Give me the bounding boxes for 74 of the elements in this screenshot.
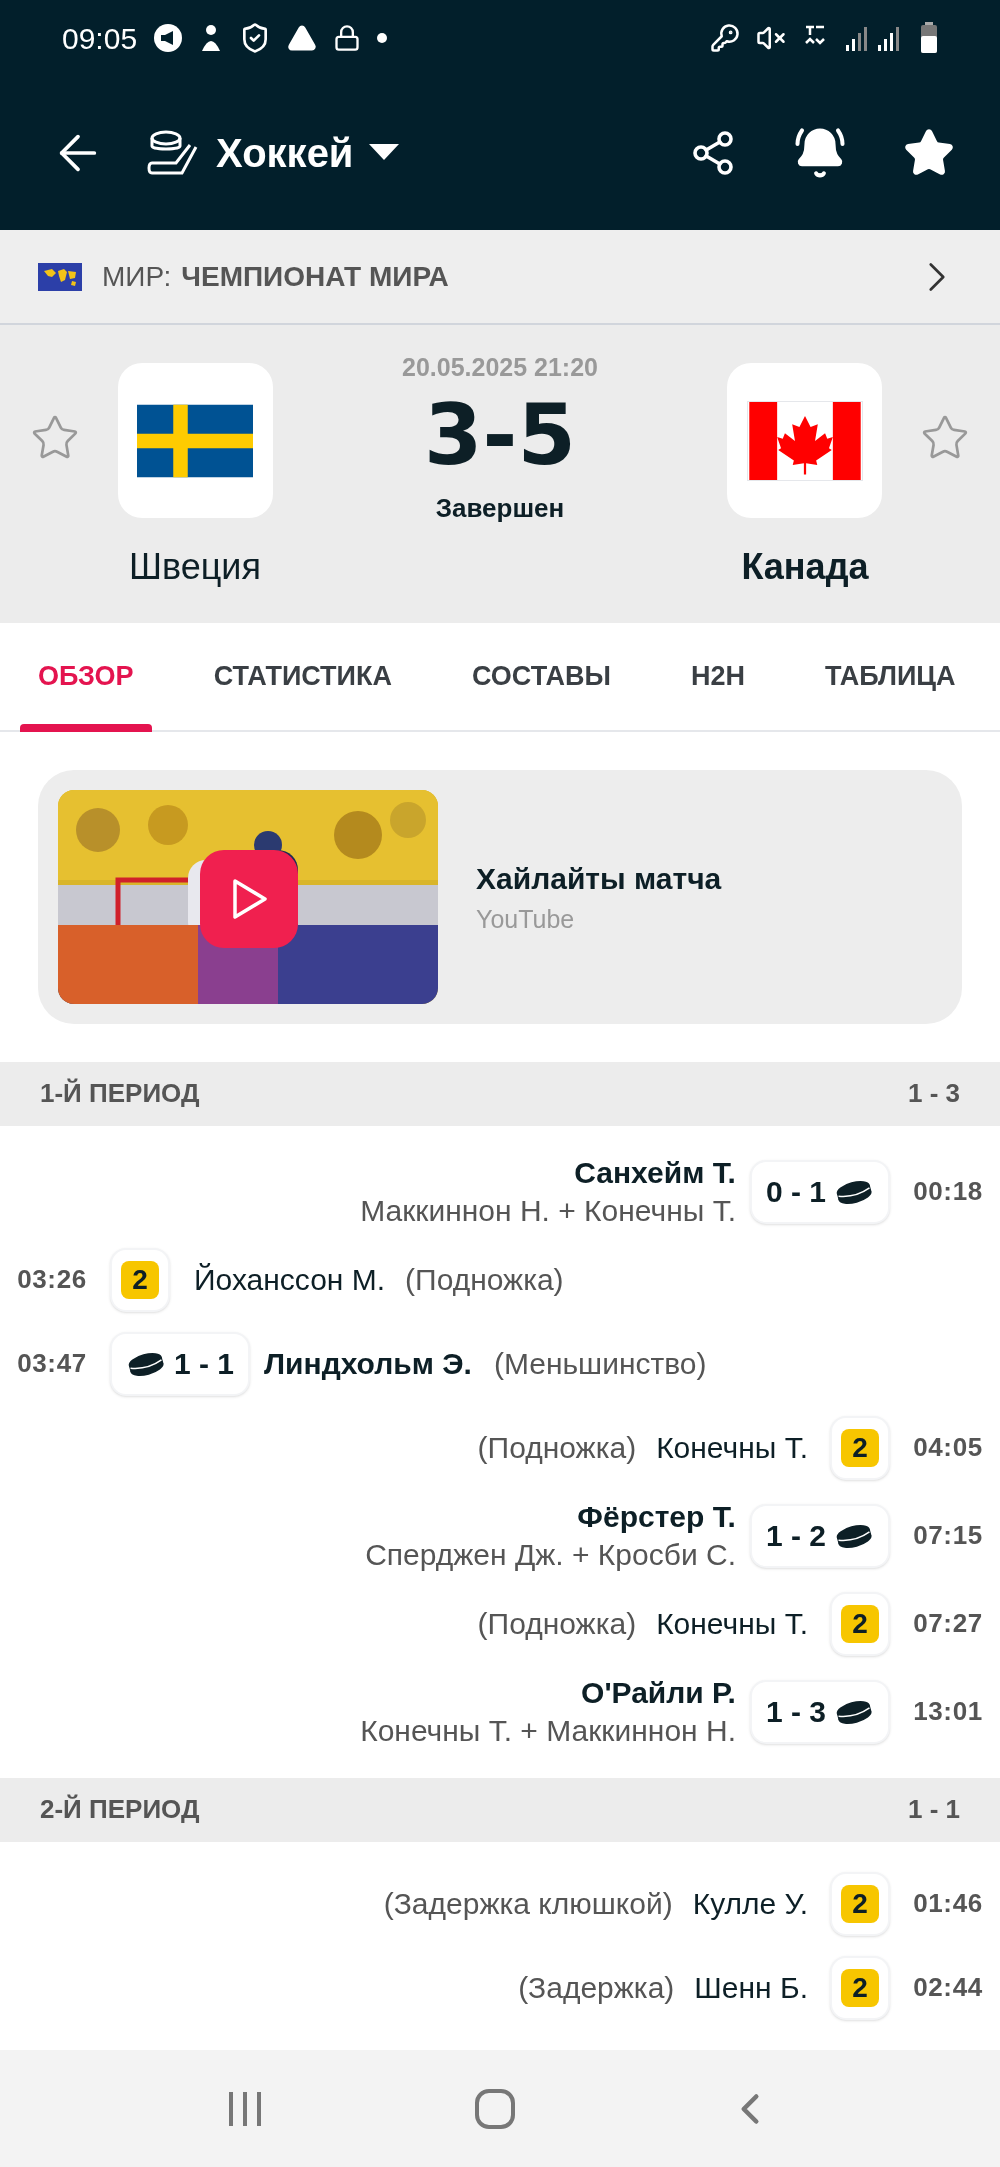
play-button[interactable] xyxy=(200,850,298,948)
hockey-icon xyxy=(146,129,200,177)
sweden-flag-icon xyxy=(137,403,253,478)
tab[interactable]: СТАТИСТИКА xyxy=(195,622,410,730)
player-name: Конечны Т. xyxy=(656,1430,808,1467)
penalty-reason: (Задержка) xyxy=(518,1970,675,2007)
canada-flag-icon xyxy=(747,400,863,481)
event-time: 07:27 xyxy=(912,1607,984,1641)
megaphone-icon xyxy=(153,23,184,53)
lock-icon xyxy=(333,24,362,52)
highlights-source: YouTube xyxy=(476,903,576,935)
period-title: 1-Й ПЕРИОД xyxy=(40,1077,200,1111)
event-time: 04:05 xyxy=(912,1431,984,1465)
dropdown-caret-icon xyxy=(369,144,400,162)
key-icon xyxy=(710,23,740,53)
period-score: 1 - 1 xyxy=(907,1793,960,1827)
penalty-minutes: 2 xyxy=(121,1261,159,1299)
period-score: 1 - 3 xyxy=(907,1077,960,1111)
penalty-minutes: 2 xyxy=(841,1885,879,1923)
tab[interactable]: СОСТАВЫ xyxy=(454,622,629,730)
league-country: МИР: xyxy=(102,259,172,294)
penalty-minutes: 2 xyxy=(841,1605,879,1643)
tab[interactable]: ТАБЛИЦА xyxy=(806,622,974,730)
goal-score-pill: 1 - 3 xyxy=(749,1680,890,1744)
status-time: 09:05 xyxy=(62,20,138,57)
sport-selector[interactable]: Хоккей xyxy=(146,123,400,183)
match-status: Завершен xyxy=(435,491,565,525)
event-time: 03:26 xyxy=(16,1263,88,1297)
league-bar[interactable]: МИР: ЧЕМПИОНАТ МИРА xyxy=(0,230,1000,326)
scorer-name: Линдхольм Э. xyxy=(264,1346,472,1383)
tab[interactable]: ОБЗОР xyxy=(20,622,152,730)
event-time: 03:47 xyxy=(16,1347,88,1381)
goal-score-pill: 1 - 1 xyxy=(110,1332,251,1396)
player-name: Конечны Т. xyxy=(656,1606,808,1643)
highlights-card[interactable]: Хайлайты матча YouTube xyxy=(38,770,962,1024)
assists-text: Конечны Т. + Маккиннон Н. xyxy=(360,1713,736,1749)
goal-score-pill: 1 - 2 xyxy=(749,1504,890,1568)
notification-dot-icon xyxy=(377,33,388,43)
goal-note: (Меньшинство) xyxy=(493,1346,707,1383)
team-name[interactable]: Канада xyxy=(741,540,869,595)
penalty-reason: (Подножка) xyxy=(477,1606,637,1643)
penalty-reason: (Подножка) xyxy=(405,1262,564,1299)
scorer-name: Санхейм Т. xyxy=(574,1155,736,1192)
scorer-name: Фёрстер Т. xyxy=(577,1499,736,1536)
event-time: 02:44 xyxy=(912,1971,984,2005)
team-name[interactable]: Швеция xyxy=(129,540,261,595)
period-title: 2-Й ПЕРИОД xyxy=(40,1793,200,1827)
highlights-title: Хайлайты матча xyxy=(476,860,722,897)
warning-icon xyxy=(287,23,318,53)
penalty-minutes: 2 xyxy=(841,1969,879,2007)
match-date: 20.05.2025 21:20 xyxy=(402,352,598,384)
penalty-reason: (Задержка клюшкой) xyxy=(383,1886,673,1923)
event-time: 01:46 xyxy=(912,1887,984,1921)
scorer-name: О'Райли Р. xyxy=(581,1675,736,1712)
match-score: 3-5 xyxy=(424,392,576,477)
battery-icon xyxy=(920,22,938,54)
home-icon[interactable] xyxy=(474,2087,516,2130)
league-name: ЧЕМПИОНАТ МИРА xyxy=(181,259,449,294)
goal-score-pill: 0 - 1 xyxy=(749,1160,890,1224)
penalty-reason: (Подножка) xyxy=(477,1430,637,1467)
assists-text: Маккиннон Н. + Конечны Т. xyxy=(360,1193,736,1229)
player-name: Шенн Б. xyxy=(694,1970,808,2007)
notification-bell-icon[interactable] xyxy=(793,126,847,180)
event-time: 07:15 xyxy=(912,1519,984,1553)
world-map-icon xyxy=(38,262,82,291)
player-name: Кулле У. xyxy=(692,1886,808,1923)
team-logo-card[interactable] xyxy=(117,363,273,519)
team-logo-card[interactable] xyxy=(727,363,883,519)
player-name: Йоханссон М. xyxy=(194,1262,386,1299)
event-time: 00:18 xyxy=(912,1175,984,1209)
event-time: 13:01 xyxy=(912,1695,984,1729)
penalty-minutes: 2 xyxy=(841,1429,879,1467)
assists-text: Сперджен Дж. + Кросби С. xyxy=(365,1537,736,1573)
tab[interactable]: H2H xyxy=(672,622,763,730)
